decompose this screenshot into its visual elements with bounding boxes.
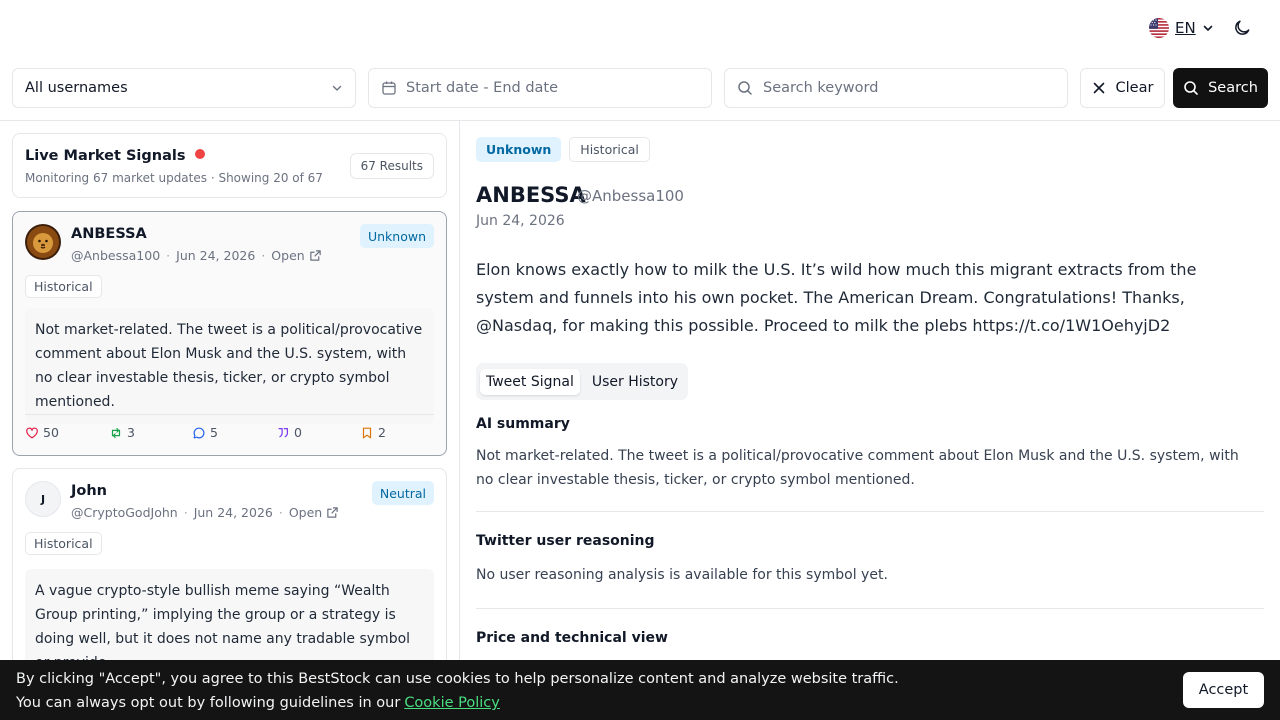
likes-stat[interactable]: 50 <box>25 425 109 440</box>
quotes-count: 0 <box>294 425 302 440</box>
avatar <box>25 224 61 260</box>
external-link-icon <box>327 507 338 518</box>
bookmark-icon <box>362 427 372 438</box>
comment-icon <box>193 427 205 438</box>
live-indicator-dot <box>195 149 206 159</box>
tweet-date: Jun 24, 2026 <box>176 248 256 263</box>
open-link-label: Open <box>288 505 323 520</box>
header-divider <box>0 120 1280 121</box>
tweet-author-name: John <box>71 483 108 499</box>
open-tweet-link[interactable]: Open <box>271 248 321 263</box>
meta-separator: · <box>278 505 283 520</box>
detail-author-name: ANBESSA <box>476 183 586 207</box>
tweet-card[interactable]: ANBESSA @Anbessa100 · Jun 24, 2026 · Ope… <box>12 211 447 456</box>
avatar: J <box>25 481 61 517</box>
open-tweet-link[interactable]: Open <box>289 505 339 520</box>
clear-button-label: Clear <box>1115 80 1154 96</box>
historical-tag: Historical <box>25 275 102 298</box>
accept-cookies-button[interactable]: Accept <box>1183 672 1264 708</box>
signals-title-text: Live Market Signals <box>25 148 186 164</box>
detail-tabs: Tweet Signal User History <box>476 363 689 400</box>
top-bar: EN <box>0 0 1280 56</box>
search-icon <box>738 81 752 95</box>
us-flag-icon <box>1149 18 1169 38</box>
tweet-author-handle: @CryptoGodJohn <box>71 505 178 520</box>
section-divider <box>476 511 1264 512</box>
detail-tweet-text: Elon knows exactly how to milk the U.S. … <box>476 260 1197 335</box>
detail-historical-tag: Historical <box>569 137 650 162</box>
replies-stat[interactable]: 5 <box>192 425 276 440</box>
chevron-down-icon <box>1203 25 1213 31</box>
cookie-message: By clicking "Accept", you agree to this … <box>16 667 899 715</box>
moon-icon <box>1235 20 1250 35</box>
close-icon <box>1093 82 1104 94</box>
search-button-label: Search <box>1208 80 1258 96</box>
username-select-value: All usernames <box>25 80 128 96</box>
quote-icon <box>278 427 288 437</box>
date-range-placeholder: Start date - End date <box>406 80 559 96</box>
tweet-stats-bar: 50 3 5 0 2 <box>25 414 434 440</box>
calendar-icon <box>382 81 396 95</box>
tweet-meta: @CryptoGodJohn · Jun 24, 2026 · Open <box>71 505 339 520</box>
cookie-line2-text: You can always opt out by following guid… <box>16 695 401 711</box>
theme-toggle-button[interactable] <box>1232 18 1252 38</box>
signals-subtitle: Monitoring 67 market updates · Showing 2… <box>25 171 323 185</box>
tweet-author-handle: @Anbessa100 <box>71 248 161 263</box>
ai-summary-text: Not market-related. The tweet is a polit… <box>476 448 1239 488</box>
cookie-policy-link[interactable]: Cookie Policy <box>404 695 500 711</box>
detail-sentiment-badge: Unknown <box>476 137 562 162</box>
username-select[interactable]: All usernames <box>12 68 356 108</box>
cookie-message-line2: You can always opt out by following guid… <box>16 691 899 715</box>
detail-date: Jun 24, 2026 <box>476 213 565 229</box>
price-technical-title: Price and technical view <box>476 630 668 646</box>
clear-button[interactable]: Clear <box>1080 68 1165 108</box>
historical-tag: Historical <box>25 532 102 555</box>
meta-separator: · <box>166 248 171 263</box>
replies-count: 5 <box>210 425 218 440</box>
tweet-meta: @Anbessa100 · Jun 24, 2026 · Open <box>71 248 322 263</box>
ai-summary-title: AI summary <box>476 416 570 432</box>
tweet-detail-panel: Unknown Historical ANBESSA @Anbessa100 J… <box>476 137 1268 646</box>
detail-tags: Unknown Historical <box>476 137 1268 162</box>
cookie-message-line1: By clicking "Accept", you agree to this … <box>16 671 899 687</box>
results-count-badge: 67 Results <box>349 153 434 179</box>
reasoning-text: No user reasoning analysis is available … <box>476 567 888 583</box>
language-code: EN <box>1175 19 1196 37</box>
external-link-icon <box>309 250 321 261</box>
signals-title: Live Market Signals <box>25 148 206 164</box>
panel-divider <box>459 121 460 660</box>
sentiment-badge: Unknown <box>359 224 434 248</box>
open-link-label: Open <box>271 248 305 263</box>
retweets-stat[interactable]: 3 <box>109 425 192 440</box>
quotes-stat[interactable]: 0 <box>276 425 360 440</box>
sentiment-badge: Neutral <box>371 481 434 505</box>
tweet-summary: Not market-related. The tweet is a polit… <box>25 308 434 424</box>
language-selector[interactable]: EN <box>1149 17 1214 39</box>
keyword-search-input[interactable] <box>763 80 1043 96</box>
tweet-author-name: ANBESSA <box>71 226 147 242</box>
cookie-consent-bar: By clicking "Accept", you agree to this … <box>0 660 1280 720</box>
heart-icon <box>26 427 38 438</box>
keyword-search-box[interactable] <box>724 68 1068 108</box>
tab-user-history[interactable]: User History <box>586 369 684 395</box>
meta-separator: · <box>183 505 188 520</box>
tweet-summary: A vague crypto-style bullish meme saying… <box>25 569 434 667</box>
detail-author-handle: @Anbessa100 <box>577 187 684 205</box>
meta-separator: · <box>261 248 266 263</box>
live-signals-header: Live Market Signals Monitoring 67 market… <box>12 133 447 198</box>
tweet-card[interactable]: J John @CryptoGodJohn · Jun 24, 2026 · O… <box>12 468 447 668</box>
chevron-down-icon <box>332 85 342 91</box>
search-icon <box>1184 81 1198 95</box>
likes-count: 50 <box>43 425 59 440</box>
search-button[interactable]: Search <box>1173 68 1268 108</box>
retweet-icon <box>111 427 121 438</box>
date-range-picker[interactable]: Start date - End date <box>368 68 712 108</box>
retweets-count: 3 <box>127 425 135 440</box>
reasoning-title: Twitter user reasoning <box>476 533 655 549</box>
bookmarks-count: 2 <box>378 425 386 440</box>
bookmarks-stat[interactable]: 2 <box>360 425 386 440</box>
tab-tweet-signal[interactable]: Tweet Signal <box>480 368 580 395</box>
section-divider <box>476 608 1264 609</box>
tweet-date: Jun 24, 2026 <box>193 505 273 520</box>
